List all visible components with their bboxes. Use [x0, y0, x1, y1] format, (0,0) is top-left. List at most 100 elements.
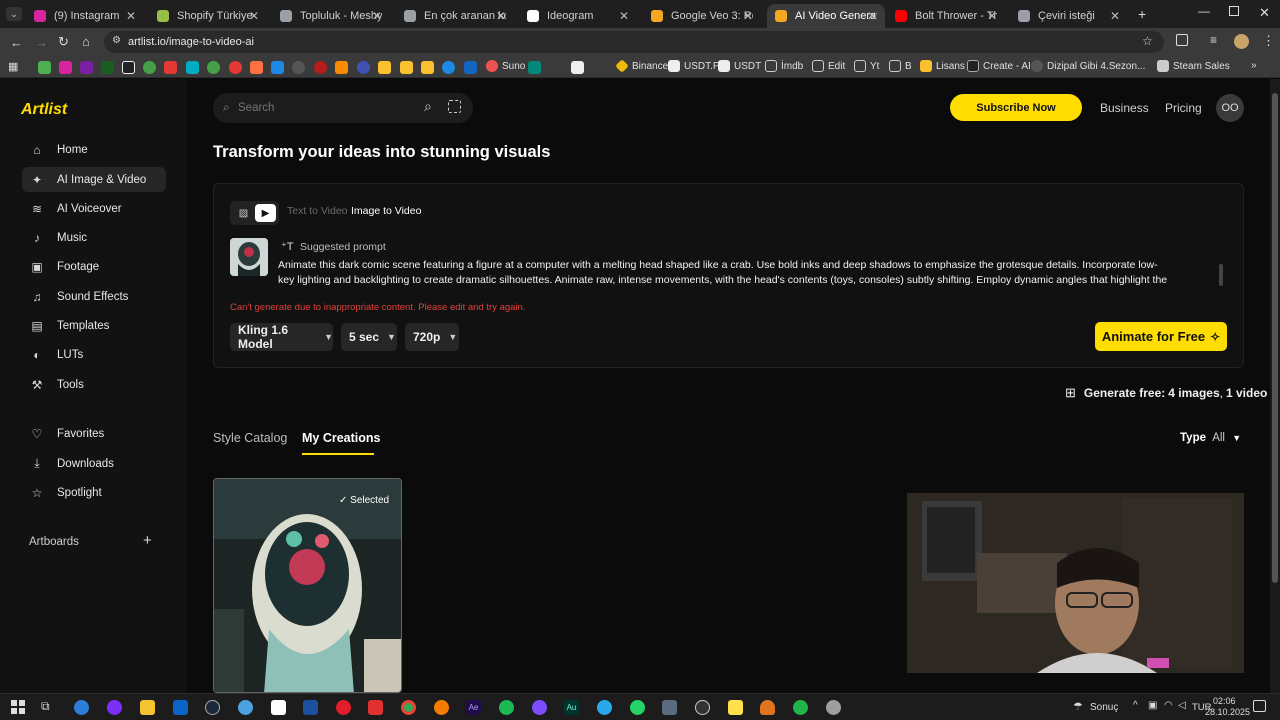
bookmark-yt[interactable]: Yt	[854, 60, 879, 72]
bookmark-icon[interactable]	[571, 61, 584, 74]
app-icon[interactable]	[238, 700, 253, 715]
pricing-link[interactable]: Pricing	[1165, 101, 1202, 115]
sidebar-item-ai-voiceover[interactable]: ≋ AI Voiceover	[22, 196, 166, 221]
tray-chevron-icon[interactable]: ^	[1133, 700, 1138, 711]
app-icon[interactable]	[760, 700, 775, 715]
maximize-button[interactable]	[1229, 6, 1239, 16]
duration-dropdown[interactable]: 5 sec ▼	[341, 323, 397, 351]
page-scrollbar[interactable]	[1270, 79, 1280, 693]
sidebar-item-luts[interactable]: ◐ LUTs	[22, 342, 166, 367]
bookmark-icon[interactable]	[271, 61, 284, 74]
spotify-icon[interactable]	[499, 700, 514, 715]
calculator-icon[interactable]	[662, 700, 677, 715]
bookmark-icon[interactable]	[143, 61, 156, 74]
sidebar-item-sound-effects[interactable]: ♫ Sound Effects	[22, 284, 166, 309]
bookmark-icon[interactable]	[292, 61, 305, 74]
sticky-notes-icon[interactable]	[728, 700, 743, 715]
close-icon[interactable]: ✕	[867, 9, 877, 23]
prompt-textarea[interactable]: Animate this dark comic scene featuring …	[278, 258, 1216, 290]
sidebar-item-music[interactable]: ♪ Music	[22, 225, 166, 250]
steam-icon[interactable]	[205, 700, 220, 715]
weather-icon[interactable]: ☂	[1073, 700, 1083, 713]
video-mode-icon[interactable]: ▶	[255, 204, 276, 222]
browser-tab[interactable]: En çok aranan kelime✕	[396, 4, 514, 28]
app-icon[interactable]	[793, 700, 808, 715]
bookmark-imdb[interactable]: İmdb	[765, 60, 803, 72]
forward-icon[interactable]: →	[35, 35, 48, 50]
bookmark-icon[interactable]	[400, 61, 413, 74]
search-input[interactable]	[238, 99, 418, 117]
tab-text-to-video[interactable]: Text to Video	[287, 205, 348, 217]
bookmark-icon[interactable]	[314, 61, 327, 74]
type-filter[interactable]: Type All ▼	[1180, 432, 1241, 444]
start-icon[interactable]	[11, 700, 25, 714]
sidebar-item-spotlight[interactable]: ☆ Spotlight	[22, 480, 166, 505]
bookmark-lisans[interactable]: Lisans	[920, 60, 965, 72]
uploaded-image-thumbnail[interactable]	[230, 238, 268, 276]
media-icon[interactable]: ≡	[1210, 33, 1217, 47]
bookmark-icon[interactable]	[164, 61, 177, 74]
scrollbar-thumb[interactable]	[1272, 93, 1278, 583]
close-icon[interactable]: ✕	[1110, 9, 1120, 23]
clock-date[interactable]: 28.10.2025	[1205, 707, 1250, 717]
bookmark-dizipal[interactable]: Dizipal Gibi 4.Sezon...	[1031, 60, 1145, 72]
image-search-icon[interactable]	[448, 100, 461, 113]
bookmark-icon[interactable]	[528, 61, 541, 74]
user-avatar[interactable]: OO	[1216, 94, 1244, 122]
app-icon[interactable]	[434, 700, 449, 715]
tab-style-catalog[interactable]: Style Catalog	[213, 431, 287, 445]
bookmark-create-ai[interactable]: Create - AI	[967, 60, 1031, 72]
whatsapp-icon[interactable]	[630, 700, 645, 715]
search-bar[interactable]: ⌕ ⌕	[213, 93, 473, 123]
outlook-icon[interactable]	[173, 700, 188, 715]
back-icon[interactable]: ←	[10, 35, 23, 50]
browser-tab[interactable]: Çeviri isteği ✕	[1010, 4, 1128, 28]
file-explorer-icon[interactable]	[140, 700, 155, 715]
app-icon[interactable]	[695, 700, 710, 715]
sidebar-item-tools[interactable]: ⚒ Tools	[22, 372, 166, 397]
sidebar-item-favorites[interactable]: ♡ Favorites	[22, 421, 166, 446]
bookmark-binance[interactable]: Binance	[615, 59, 668, 73]
menu-icon[interactable]: ⋮	[1262, 33, 1275, 49]
close-icon[interactable]: ✕	[249, 9, 259, 23]
browser-tab[interactable]: (9) Instagram ✕	[26, 4, 144, 28]
sidebar-item-downloads[interactable]: ⤓ Downloads	[22, 451, 166, 476]
bookmark-icon[interactable]	[442, 61, 455, 74]
browser-tab[interactable]: Google Veo 3: Revolu✕	[643, 4, 761, 28]
network-icon[interactable]: ◠	[1164, 700, 1173, 711]
bookmark-icon[interactable]	[207, 61, 220, 74]
image-mode-icon[interactable]: ▨	[233, 204, 254, 222]
app-icon[interactable]	[303, 700, 318, 715]
site-info-icon[interactable]: ⚙	[112, 35, 121, 46]
bookmark-icon[interactable]	[38, 61, 51, 74]
bookmarks-overflow-icon[interactable]: »	[1251, 60, 1257, 71]
close-icon[interactable]: ✕	[743, 9, 753, 23]
bookmark-suno[interactable]: Suno	[486, 60, 525, 72]
model-dropdown[interactable]: Kling 1.6 Model ▼	[230, 323, 333, 351]
weather-text[interactable]: Sonuç	[1090, 702, 1118, 713]
clock-time[interactable]: 02:06	[1213, 696, 1236, 706]
browser-tab[interactable]: Ideogram ✕	[519, 4, 637, 28]
bookmark-b[interactable]: B	[889, 60, 912, 72]
close-icon[interactable]: ✕	[372, 9, 382, 23]
bookmark-star-icon[interactable]: ☆	[1142, 34, 1153, 48]
browser-tab[interactable]: AI Video Generator✕	[767, 4, 885, 28]
prompt-scrollbar[interactable]	[1219, 264, 1223, 286]
bookmark-icon[interactable]	[122, 61, 135, 74]
business-link[interactable]: Business	[1100, 101, 1149, 115]
minimize-button[interactable]: —	[1198, 4, 1210, 18]
home-icon[interactable]: ⌂	[82, 34, 90, 49]
tab-list-icon[interactable]: ⌄	[6, 7, 22, 21]
chrome-icon[interactable]	[401, 700, 416, 715]
artlist-logo[interactable]: Artlist	[21, 101, 67, 119]
app-icon[interactable]	[107, 700, 122, 715]
close-icon[interactable]: ✕	[619, 9, 629, 23]
bookmark-usdtp[interactable]: USDT.P	[668, 60, 720, 72]
after-effects-icon[interactable]: Ae	[466, 700, 481, 715]
subscribe-button[interactable]: Subscribe Now	[950, 94, 1082, 121]
capcut-icon[interactable]	[271, 700, 286, 715]
bookmark-icon[interactable]	[335, 61, 348, 74]
bookmark-usdt[interactable]: USDT	[718, 60, 761, 72]
browser-tab[interactable]: Topluluk - Meshy ✕	[272, 4, 390, 28]
close-icon[interactable]: ✕	[496, 9, 506, 23]
